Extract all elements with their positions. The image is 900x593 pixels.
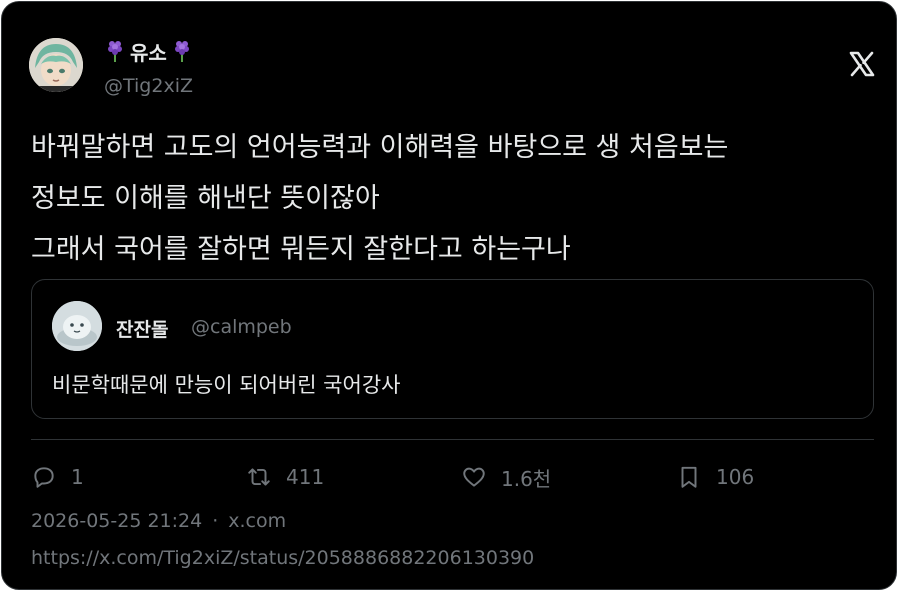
like-count: 1.6천 xyxy=(501,466,552,491)
author-name-text: 유소 xyxy=(130,40,167,65)
quoted-author-handle[interactable]: @calmpeb xyxy=(191,316,292,338)
reply-count: 1 xyxy=(71,465,84,489)
tweet-card: 유소 @Tig2xiZ 바꿔말하면 고도의 언어능력과 이해력을 바탕으로 생 … xyxy=(1,1,897,590)
meta-separator: · xyxy=(212,510,219,532)
tweet-text-line: 그래서 국어를 잘하면 뭐든지 잘한다고 하는구나 xyxy=(31,234,571,265)
retweet-count: 411 xyxy=(286,465,325,489)
tweet-timestamp[interactable]: 2026-05-25 21:24 xyxy=(31,510,202,532)
reply-icon xyxy=(34,467,54,488)
quoted-author-name[interactable]: 잔잔돌 xyxy=(116,315,168,342)
tweet-meta: 2026-05-25 21:24 · x.com xyxy=(31,510,286,532)
tweet-text: 바꿔말하면 고도의 언어능력과 이해력을 바탕으로 생 처음보는 정보도 이해를… xyxy=(31,122,871,275)
tweet-source[interactable]: x.com xyxy=(228,510,286,532)
tweet-text-line: 바꿔말하면 고도의 언어능력과 이해력을 바탕으로 생 처음보는 xyxy=(31,132,729,163)
divider xyxy=(31,439,874,440)
author-display-name[interactable]: 유소 xyxy=(106,36,191,66)
hyacinth-icon xyxy=(106,40,124,62)
reply-button[interactable]: 1 xyxy=(31,460,84,494)
author-handle[interactable]: @Tig2xiZ xyxy=(104,75,193,97)
quoted-tweet-text: 비문학때문에 만능이 되어버린 국어강사 xyxy=(52,373,401,397)
bookmark-icon xyxy=(681,466,697,488)
author-avatar[interactable] xyxy=(29,38,83,92)
like-button[interactable]: 1.6천 xyxy=(461,460,551,494)
bookmark-count: 106 xyxy=(716,465,755,489)
hyacinth-icon xyxy=(173,40,191,62)
retweet-button[interactable]: 411 xyxy=(246,460,324,494)
status-url[interactable]: https://x.com/Tig2xiZ/status/20588868822… xyxy=(31,547,534,569)
quoted-author-avatar[interactable] xyxy=(52,301,102,351)
tweet-text-line: 정보도 이해를 해낸단 뜻이잖아 xyxy=(31,183,380,214)
heart-icon xyxy=(463,467,485,487)
bookmark-button[interactable]: 106 xyxy=(676,460,754,494)
retweet-icon xyxy=(248,468,270,486)
quoted-tweet[interactable]: 잔잔돌 @calmpeb 비문학때문에 만능이 되어버린 국어강사 xyxy=(31,279,874,419)
x-logo-icon[interactable] xyxy=(848,50,876,78)
